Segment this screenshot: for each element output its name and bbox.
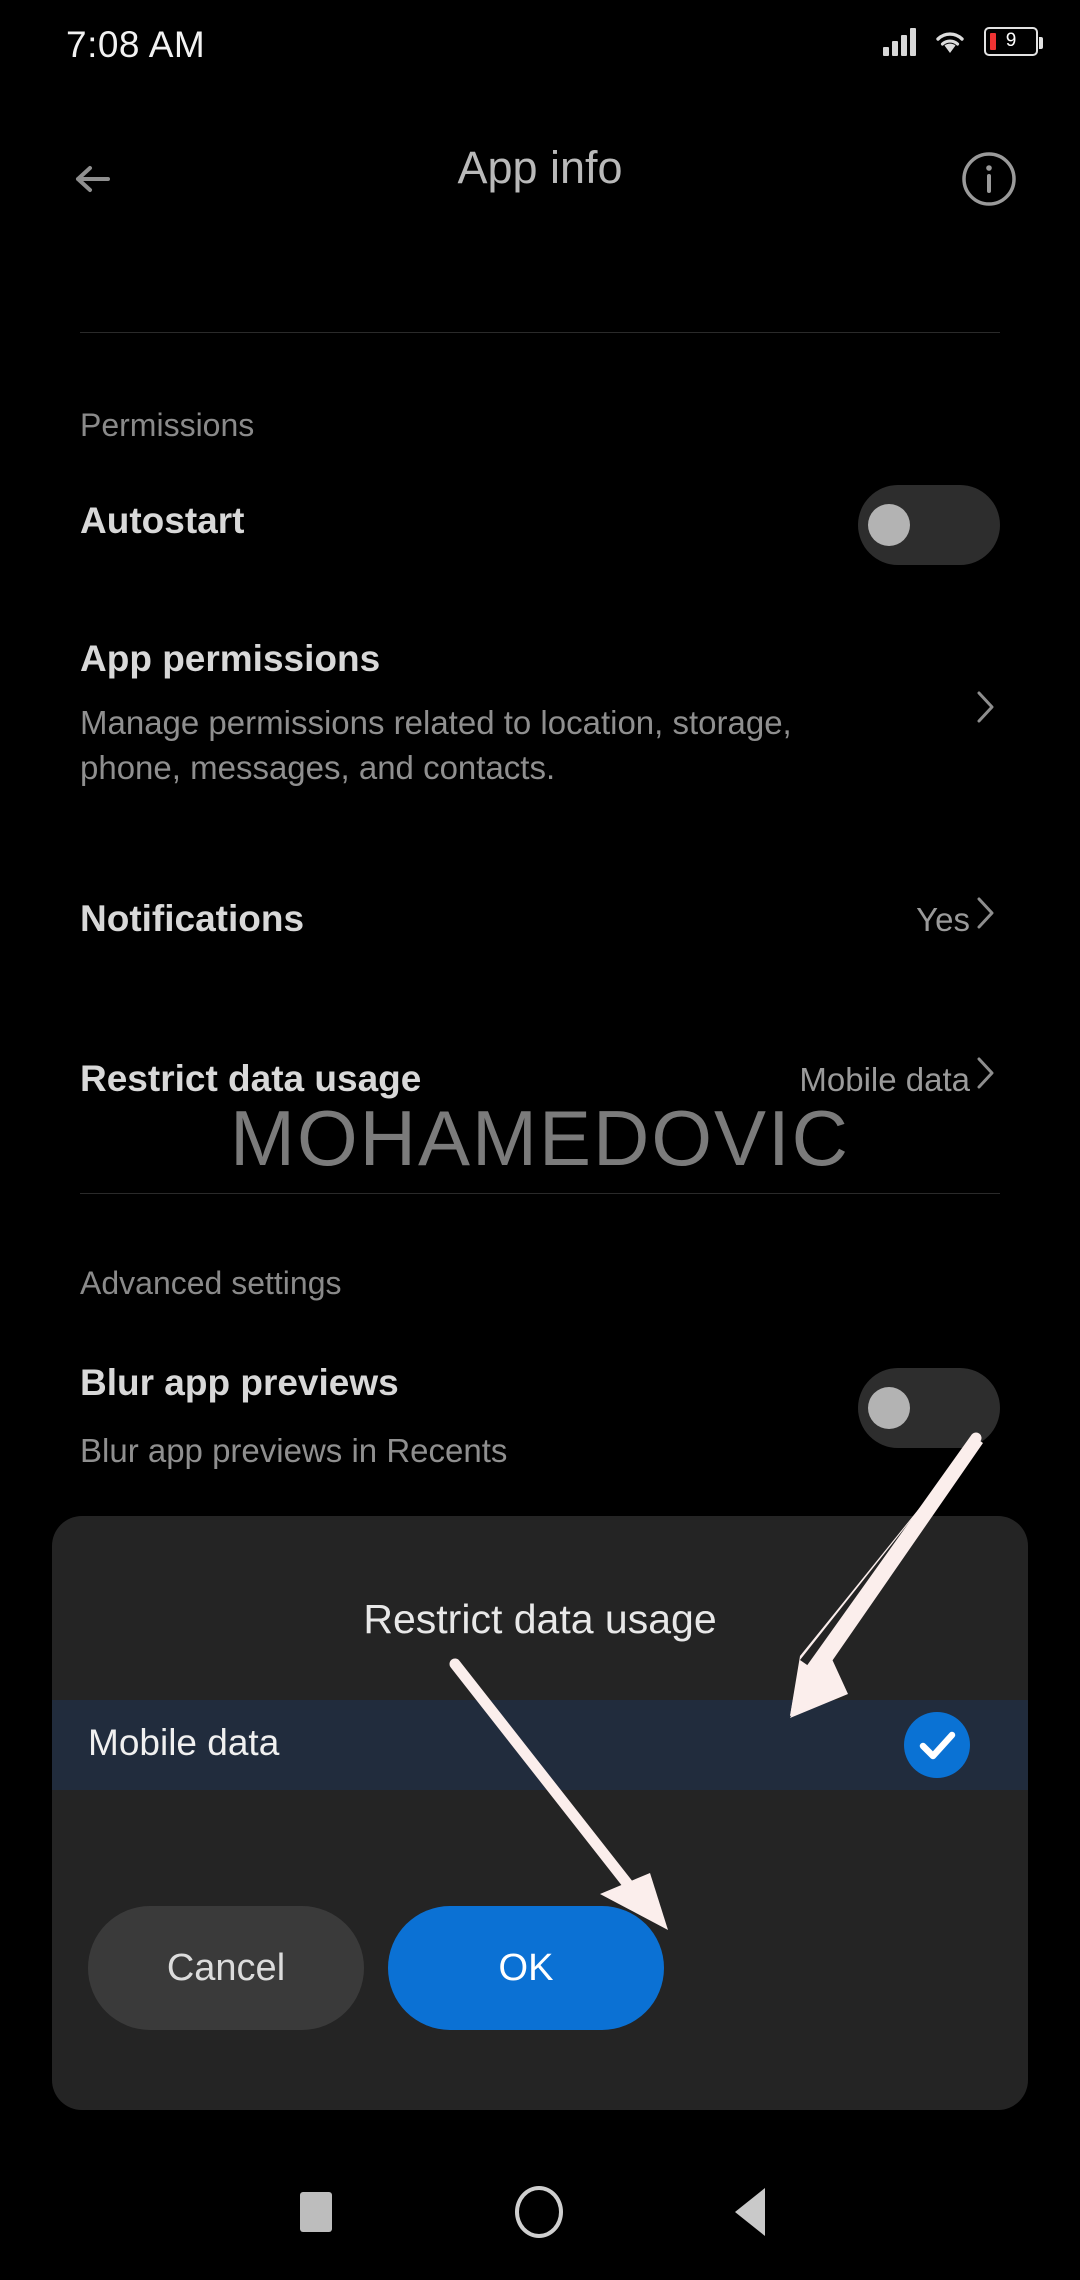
- battery-level: 9: [1005, 30, 1017, 51]
- row-app-permissions-subtitle-1: Manage permissions related to location, …: [80, 704, 792, 741]
- row-notifications-value: Yes: [916, 901, 970, 938]
- watermark-text: MOHAMEDOVIC: [229, 1094, 851, 1182]
- wifi-icon: [933, 26, 967, 56]
- toggle-knob: [868, 1387, 910, 1429]
- phone-screen: 7:08 AM 9 App info Permissions Autostart…: [0, 0, 1080, 2280]
- info-icon[interactable]: [960, 150, 1018, 208]
- status-icons: 9: [883, 26, 1043, 56]
- ok-button[interactable]: OK: [388, 1906, 664, 2030]
- square-recents-icon[interactable]: [300, 2192, 332, 2232]
- divider-middle: [80, 1193, 1000, 1194]
- section-header-permissions: Permissions: [80, 407, 255, 443]
- triangle-back-icon[interactable]: [735, 2188, 765, 2236]
- autostart-toggle[interactable]: [858, 485, 1000, 565]
- status-bar: 7:08 AM 9: [0, 0, 1080, 92]
- circle-home-icon[interactable]: [515, 2186, 563, 2238]
- row-app-permissions-title[interactable]: App permissions: [80, 638, 380, 680]
- blur-app-previews-toggle[interactable]: [858, 1368, 1000, 1448]
- battery-icon: 9: [984, 26, 1043, 56]
- divider-top: [80, 332, 1000, 333]
- page-title: App info: [457, 142, 623, 193]
- check-icon[interactable]: [904, 1712, 970, 1778]
- row-blur-previews-title: Blur app previews: [80, 1362, 399, 1403]
- dialog-option-mobile-data[interactable]: Mobile data: [52, 1700, 1028, 1790]
- chevron-right-icon[interactable]: [976, 1056, 996, 1090]
- navigation-bar: [0, 2130, 1080, 2280]
- row-app-permissions-subtitle-2: phone, messages, and contacts.: [80, 749, 556, 786]
- cancel-button[interactable]: Cancel: [88, 1906, 364, 2030]
- status-time: 7:08 AM: [66, 24, 206, 65]
- toggle-knob: [868, 504, 910, 546]
- row-autostart-title: Autostart: [80, 500, 245, 541]
- section-header-advanced: Advanced settings: [80, 1265, 342, 1301]
- dialog-title: Restrict data usage: [363, 1596, 717, 1642]
- signal-bars-icon: [883, 26, 916, 56]
- app-bar: App info: [0, 120, 1080, 240]
- chevron-right-icon[interactable]: [976, 896, 996, 930]
- dialog-option-label: Mobile data: [88, 1722, 280, 1763]
- row-blur-previews-subtitle: Blur app previews in Recents: [80, 1432, 508, 1469]
- row-notifications-title[interactable]: Notifications: [80, 898, 304, 940]
- restrict-data-usage-dialog: Restrict data usage Mobile data Cancel O…: [52, 1516, 1028, 2110]
- chevron-right-icon[interactable]: [976, 690, 996, 724]
